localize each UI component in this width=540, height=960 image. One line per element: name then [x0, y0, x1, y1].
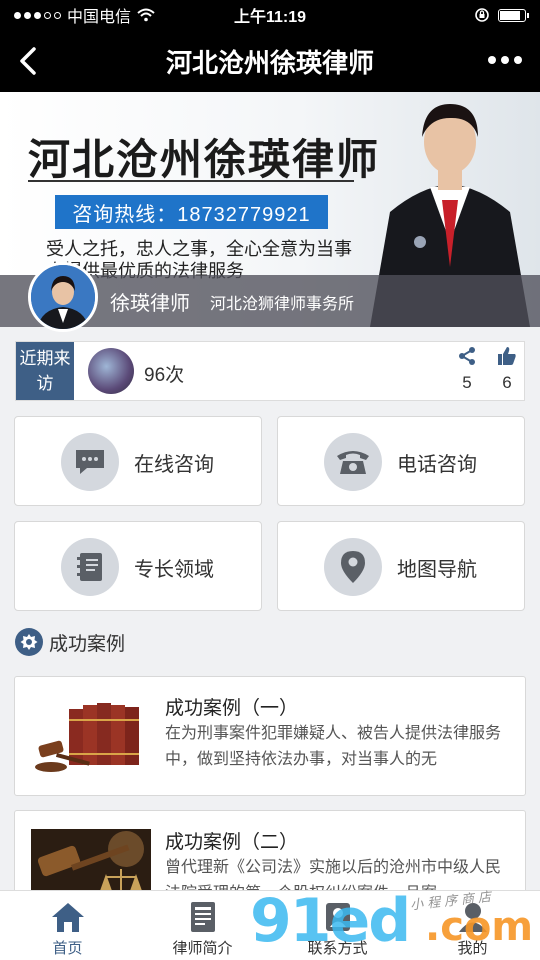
tab-mine[interactable]: 我的: [405, 891, 540, 960]
signal-icon: [14, 11, 61, 19]
tab-lawyer-profile[interactable]: 律师简介: [135, 891, 270, 960]
status-bar: 中国电信 上午11:19: [0, 0, 540, 30]
carrier-label: 中国电信: [67, 9, 132, 26]
service-label: 地图导航: [397, 559, 477, 581]
service-map-navigation[interactable]: 地图导航: [277, 521, 525, 611]
lawyer-name: 徐瑛律师: [110, 293, 190, 315]
like-stat[interactable]: 6: [492, 346, 522, 393]
tab-label: 我的: [457, 940, 488, 957]
section-title: 成功案例: [49, 633, 126, 655]
service-expertise[interactable]: 专长领域: [14, 521, 262, 611]
case-title: 成功案例（二）: [165, 832, 299, 853]
share-count: 5: [462, 373, 472, 392]
phone-icon: [324, 433, 382, 491]
more-options-icon[interactable]: [488, 56, 522, 64]
avatar-portrait: [31, 265, 95, 329]
contact-icon: [325, 903, 350, 931]
service-label: 在线咨询: [134, 454, 214, 476]
banner-divider: [28, 180, 354, 182]
battery-icon: [498, 8, 529, 22]
wifi-icon: [137, 8, 155, 22]
nav-bar: 河北沧州徐瑛律师: [0, 30, 540, 92]
tab-bar: 首页 律师简介 联系方式 我的: [0, 890, 540, 960]
like-count: 6: [502, 373, 512, 392]
back-arrow-icon[interactable]: [14, 45, 44, 77]
share-icon: [459, 347, 475, 365]
service-label: 电话咨询: [397, 454, 477, 476]
tab-label: 律师简介: [172, 940, 233, 957]
tab-label: 联系方式: [307, 940, 368, 957]
rotation-lock-icon: [475, 8, 489, 22]
service-online-consult[interactable]: 在线咨询: [14, 416, 262, 506]
clock: 上午11:19: [233, 9, 307, 26]
firm-name: 河北沧狮律师事务所: [210, 296, 355, 313]
case-title: 成功案例（一）: [165, 698, 299, 719]
thumbs-up-icon: [498, 347, 516, 365]
service-phone-consult[interactable]: 电话咨询: [277, 416, 525, 506]
service-label: 专长领域: [134, 559, 214, 581]
banner-headline: 河北沧州徐瑛律师: [28, 136, 381, 183]
hotline-box[interactable]: 咨询热线：18732779921: [55, 195, 328, 229]
profile-doc-icon: [190, 902, 215, 932]
home-icon: [51, 903, 84, 932]
recent-visitors-panel: 近期来访 96次 5 6: [15, 341, 525, 401]
map-pin-icon: [324, 538, 382, 596]
user-icon: [458, 903, 487, 932]
chat-icon: [61, 433, 119, 491]
tab-label: 首页: [52, 940, 83, 957]
tab-contact[interactable]: 联系方式: [270, 891, 405, 960]
tab-home[interactable]: 首页: [0, 891, 135, 960]
visit-count: 96次: [144, 365, 185, 386]
law-books-gavel-image: [31, 695, 151, 779]
case-card[interactable]: 成功案例（一） 在为刑事案件犯罪嫌疑人、被告人提供法律服务中，做到坚持依法办事，…: [14, 676, 526, 796]
case-excerpt: 在为刑事案件犯罪嫌疑人、被告人提供法律服务中，做到坚持依法办事，对当事人的无: [165, 725, 502, 768]
avatar[interactable]: [28, 262, 98, 332]
notebook-icon: [61, 538, 119, 596]
visitor-avatar[interactable]: [88, 348, 134, 394]
page-title: 河北沧州徐瑛律师: [165, 47, 374, 78]
share-stat[interactable]: 5: [452, 346, 482, 393]
cases-section-header: 成功案例: [15, 628, 125, 656]
recent-visitors-label: 近期来访: [16, 342, 74, 400]
badge-icon: [15, 628, 43, 656]
